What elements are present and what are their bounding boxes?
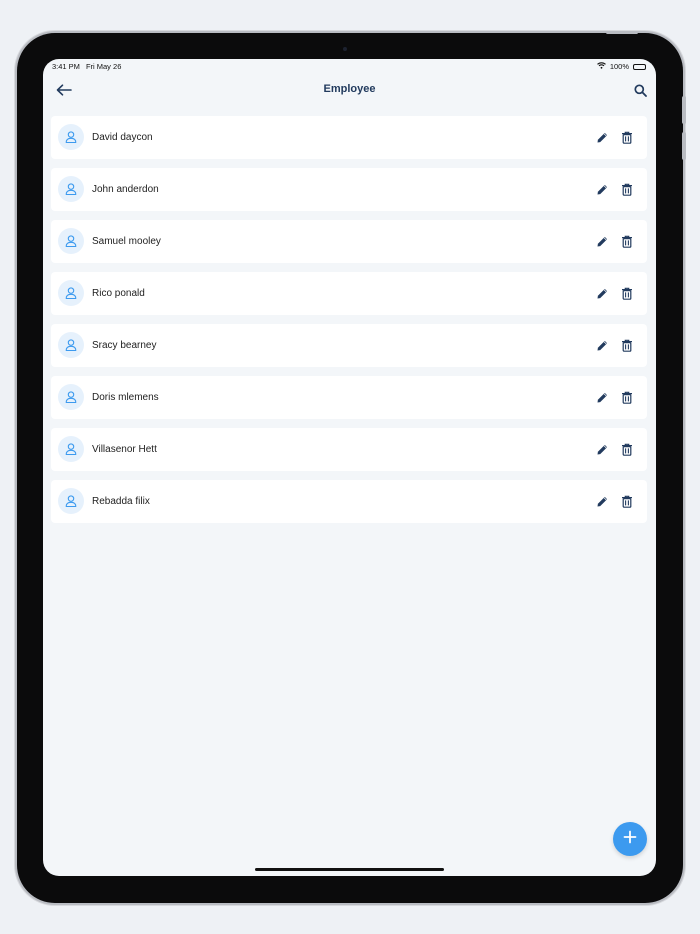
user-icon (58, 280, 84, 306)
employee-name: Doris mlemens (92, 392, 159, 403)
user-icon (58, 436, 84, 462)
home-indicator[interactable] (255, 868, 444, 871)
employee-row[interactable]: Samuel mooley (51, 220, 647, 263)
trash-icon[interactable] (618, 128, 636, 146)
battery-icon (633, 63, 646, 70)
trash-icon[interactable] (618, 180, 636, 198)
add-employee-button[interactable] (613, 822, 647, 856)
status-date: Fri May 26 (85, 62, 122, 71)
wifi-icon (596, 62, 606, 71)
employee-name: John anderdon (92, 184, 159, 195)
trash-icon[interactable] (618, 336, 636, 354)
user-icon (58, 488, 84, 514)
pencil-icon[interactable] (593, 232, 611, 250)
pencil-icon[interactable] (593, 492, 611, 510)
page-title: Employee (323, 83, 376, 95)
trash-icon[interactable] (618, 388, 636, 406)
trash-icon[interactable] (618, 232, 636, 250)
user-icon (58, 332, 84, 358)
screen: 3:41 PM Fri May 26 100% Employee David d… (43, 59, 656, 876)
battery-percent: 100% (609, 62, 629, 71)
employee-name: Rebadda filix (92, 496, 150, 507)
employee-name: David daycon (92, 132, 153, 143)
employee-name: Villasenor Hett (92, 444, 157, 455)
status-time: 3:41 PM (52, 62, 80, 71)
trash-icon[interactable] (618, 492, 636, 510)
front-camera (343, 47, 347, 51)
trash-icon[interactable] (618, 440, 636, 458)
pencil-icon[interactable] (593, 284, 611, 302)
employee-row[interactable]: David daycon (51, 116, 647, 159)
employee-name: Sracy bearney (92, 340, 157, 351)
employee-list: David daycon John anderdon Samuel mooley… (51, 116, 647, 532)
user-icon (58, 384, 84, 410)
app-header: Employee (43, 77, 656, 103)
side-button-top (682, 96, 686, 124)
employee-name: Rico ponald (92, 288, 145, 299)
pencil-icon[interactable] (593, 128, 611, 146)
pencil-icon[interactable] (593, 180, 611, 198)
status-bar: 3:41 PM Fri May 26 100% (43, 59, 656, 75)
employee-row[interactable]: Rico ponald (51, 272, 647, 315)
user-icon (58, 228, 84, 254)
employee-row[interactable]: Villasenor Hett (51, 428, 647, 471)
power-button (606, 31, 638, 34)
employee-row[interactable]: Sracy bearney (51, 324, 647, 367)
pencil-icon[interactable] (593, 440, 611, 458)
employee-row[interactable]: Rebadda filix (51, 480, 647, 523)
pencil-icon[interactable] (593, 388, 611, 406)
employee-row[interactable]: John anderdon (51, 168, 647, 211)
employee-row[interactable]: Doris mlemens (51, 376, 647, 419)
user-icon (58, 124, 84, 150)
search-icon[interactable] (630, 80, 650, 100)
side-button-bottom (682, 132, 686, 160)
pencil-icon[interactable] (593, 336, 611, 354)
user-icon (58, 176, 84, 202)
plus-icon (623, 830, 637, 849)
employee-name: Samuel mooley (92, 236, 161, 247)
trash-icon[interactable] (618, 284, 636, 302)
